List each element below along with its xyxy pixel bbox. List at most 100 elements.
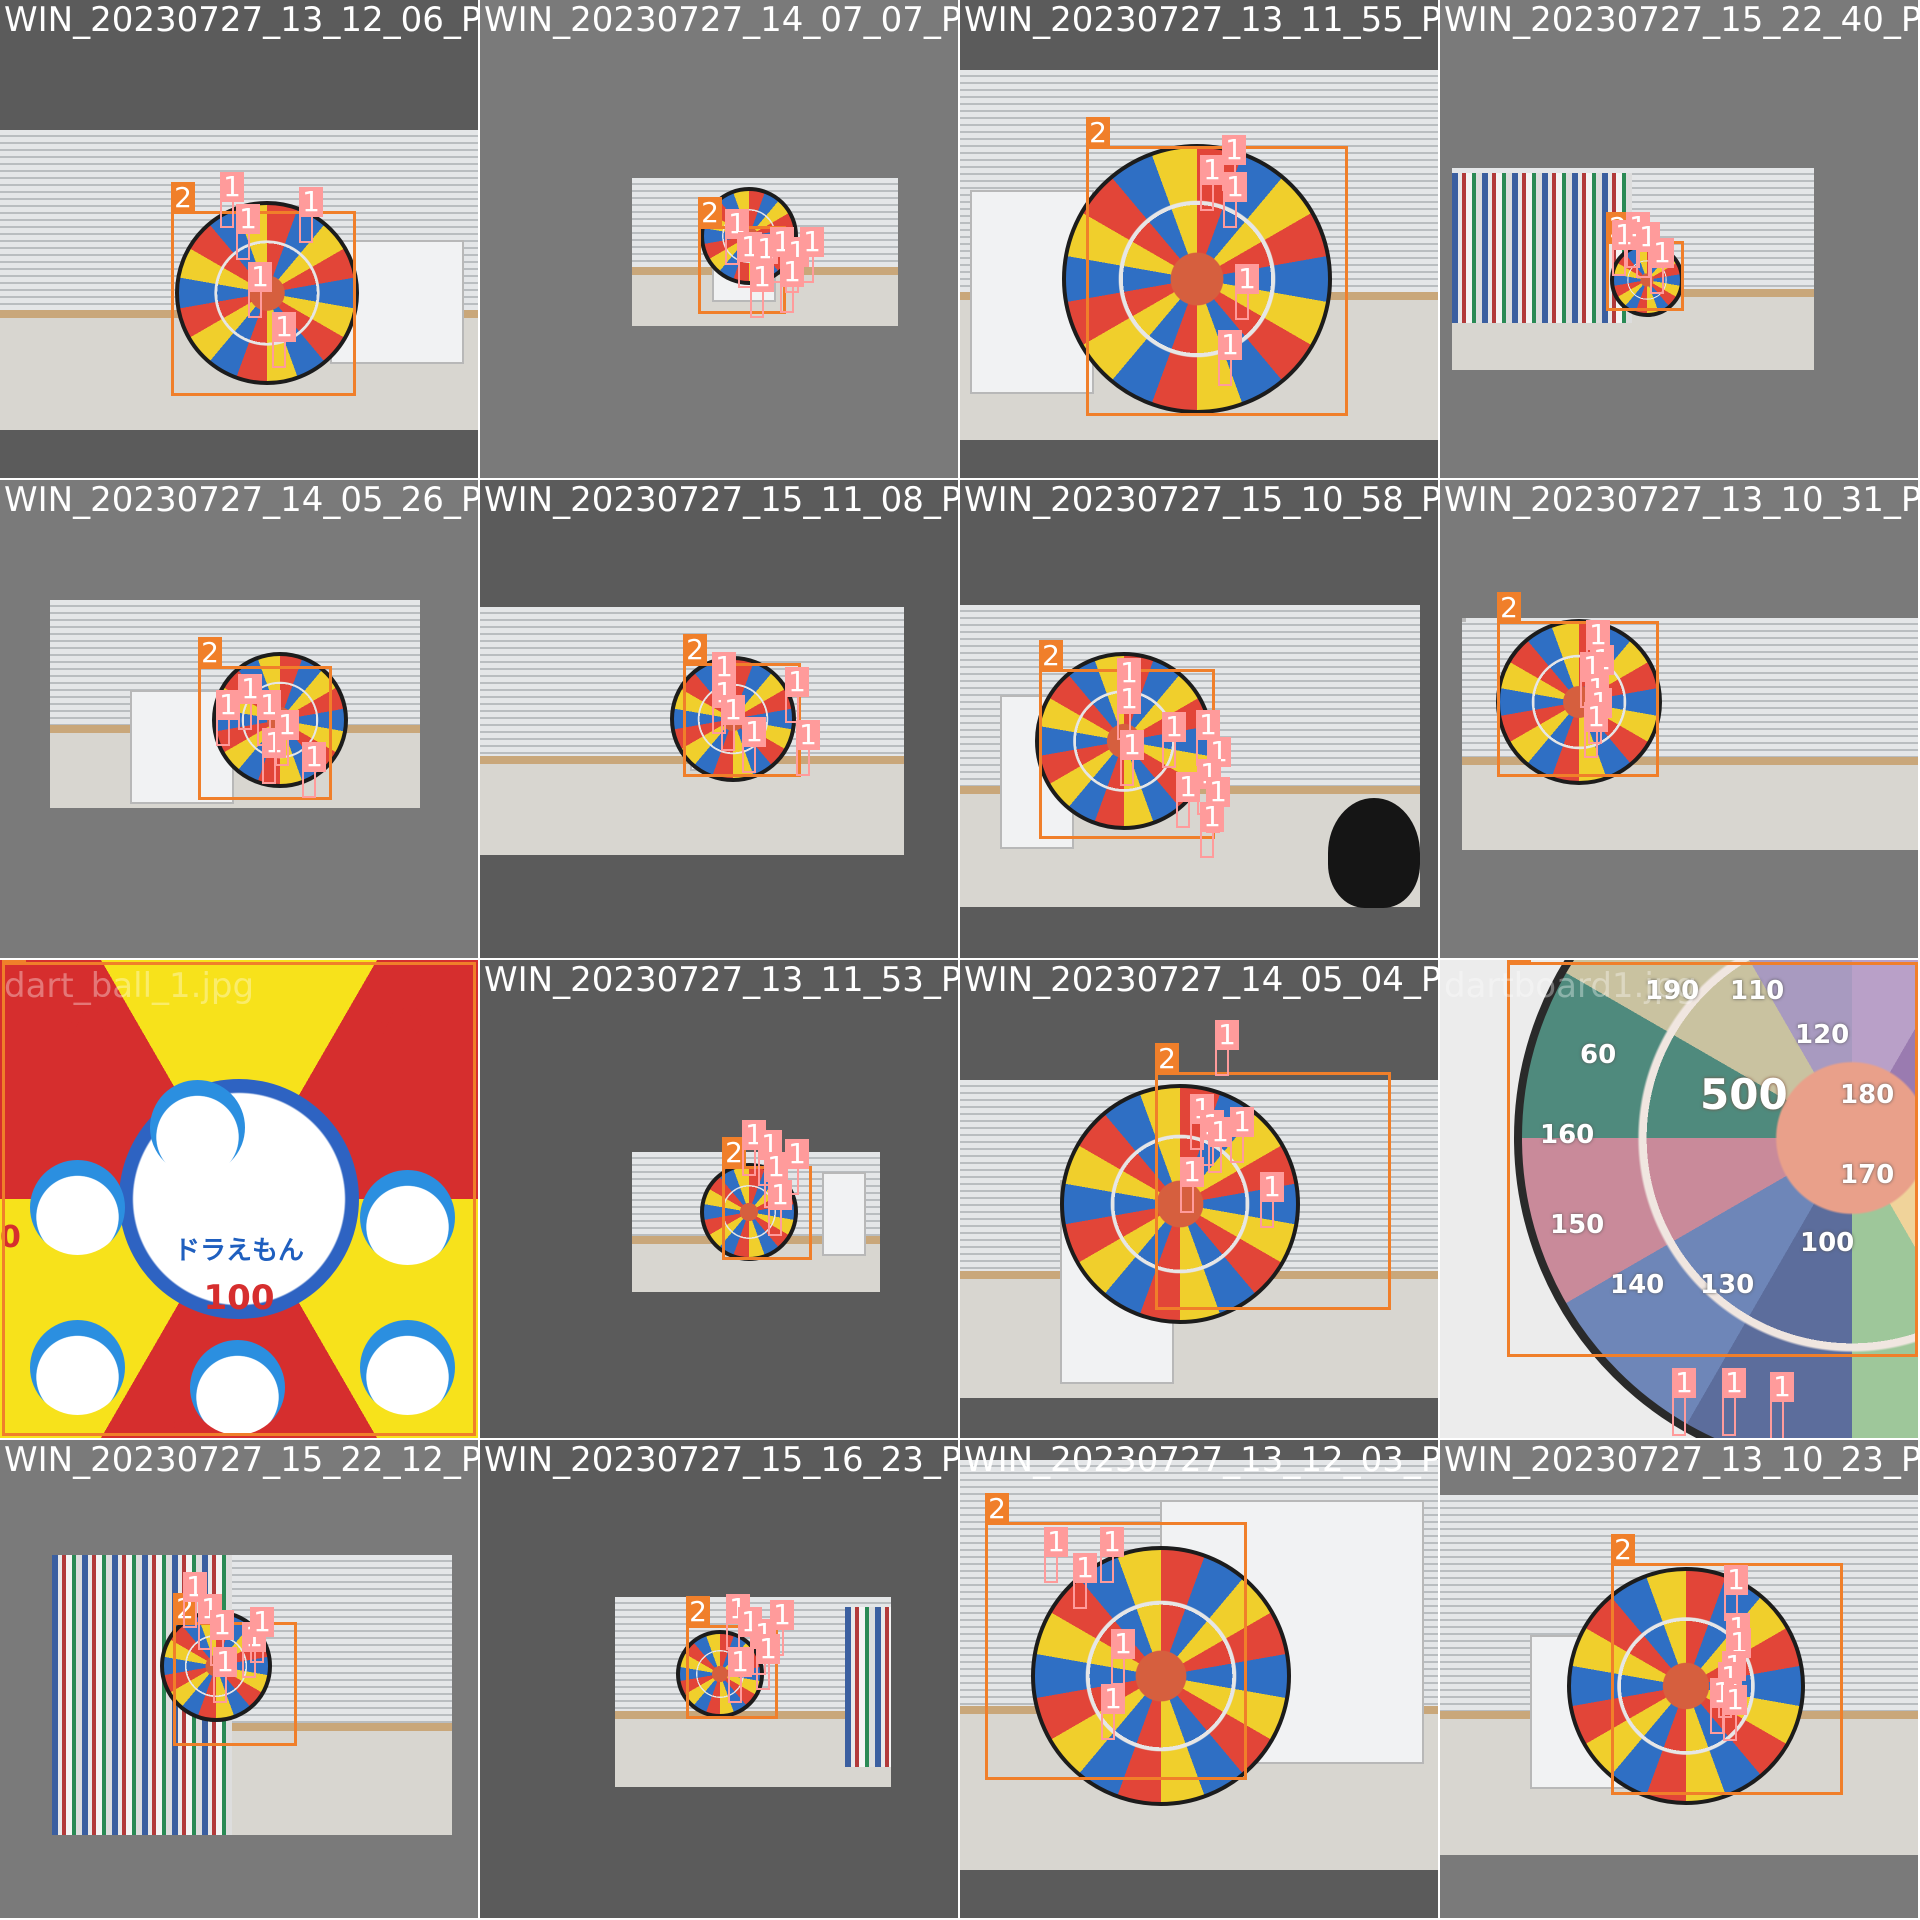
dart-detection-box-tag: 1 (1260, 1172, 1284, 1202)
mosaic-tile: 211111WIN_20230727_13_12_03_Pro.jpg (960, 1440, 1438, 1918)
dart-detection-box-tag: 1 (770, 1600, 794, 1630)
tile-filename-label: WIN_20230727_15_22_40_Pro.jpg (1444, 0, 1918, 40)
whiteboard (822, 1172, 866, 1256)
dart-detection-box-tag: 1 (1650, 238, 1674, 268)
dart-detection-box: 1 (1723, 1685, 1747, 1741)
dart-detection-box-tag: 1 (1176, 772, 1200, 802)
dart-detection-box: 1 (721, 695, 745, 751)
board-detection-box: 2 (173, 1593, 297, 1746)
dart-detection-box-tag: 1 (1722, 1368, 1746, 1398)
mosaic-tile: 21111WIN_20230727_15_22_40_Pro.jpg (1440, 0, 1918, 478)
board-detection-box-tag: 2 (698, 197, 722, 229)
detection-mosaic: 211111WIN_20230727_13_12_06_Pro.jpg21111… (0, 0, 1920, 1920)
dart-detection-box: 1 (1722, 1368, 1746, 1436)
dart-detection-box-tag: 1 (742, 717, 766, 747)
dart-detection-box: 1 (302, 742, 326, 798)
dart-detection-box: 1 (1584, 702, 1608, 758)
board-detection-box: 2 (1507, 960, 1918, 1357)
tile-filename-label: WIN_20230727_13_11_55_Pro.jpg (964, 0, 1438, 40)
tile-filename-label: WIN_20230727_13_12_03_Pro.jpg (964, 1440, 1438, 1480)
dart-detection-box: 1 (1770, 1372, 1794, 1438)
tile-filename-label: WIN_20230727_13_11_53_Pro.jpg (484, 960, 958, 1000)
dart-detection-box: 1 (1260, 1172, 1284, 1228)
dart-detection-box-tag: 1 (236, 204, 260, 234)
dart-detection-box-tag: 1 (213, 1647, 237, 1677)
dart-detection-box: 1 (742, 1120, 766, 1176)
person-head (1328, 798, 1420, 908)
board-detection-box-tag: 2 (1086, 117, 1110, 149)
board-detection-box-tag: 2 (1155, 1043, 1179, 1075)
dart-detection-box: 1 (1200, 155, 1224, 211)
mosaic-tile: 2111111WIN_20230727_13_10_31_Pro.jpg (1440, 480, 1918, 958)
dart-detection-box: 1 (742, 717, 766, 773)
dart-detection-box: 1 (1612, 220, 1636, 276)
mosaic-tile: 500190110120180170100130140150160602111d… (1440, 960, 1918, 1438)
dart-detection-box: 1 (262, 728, 286, 784)
dart-detection-box-tag: 1 (1101, 1684, 1125, 1714)
tile-filename-label: WIN_20230727_15_22_12_Pro.jpg (4, 1440, 478, 1480)
board-detection-box: 2 (171, 182, 356, 396)
dart-detection-box: 1 (1650, 238, 1674, 294)
mosaic-tile: 21111111WIN_20230727_14_05_04_Pro.jpg (960, 960, 1438, 1438)
dart-detection-box: 1 (728, 1647, 752, 1703)
dart-detection-box: 1 (768, 1180, 792, 1236)
mosaic-tile: 2111111WIN_20230727_15_22_12_Pro.jpg (0, 1440, 478, 1918)
dart-detection-box-tag: 1 (1724, 1565, 1748, 1595)
mosaic-tile: 211111WIN_20230727_13_11_53_Pro.jpg (480, 960, 958, 1438)
dart-detection-box: 1 (1111, 1629, 1135, 1685)
whiteboard (1462, 618, 1466, 622)
dart-detection-box: 1 (1218, 330, 1242, 386)
dart-detection-box: 1 (216, 690, 240, 746)
dart-detection-box: 1 (1200, 802, 1224, 858)
dart-detection-box-tag: 1 (1672, 1368, 1696, 1398)
dart-detection-box-tag: 1 (1100, 1527, 1124, 1557)
dart-detection-box-tag: 1 (785, 667, 809, 697)
tile-filename-label: WIN_20230727_15_10_58_Pro.jpg (964, 480, 1438, 520)
dart-detection-box-tag: 1 (220, 172, 244, 202)
dart-detection-box: 1 (725, 209, 749, 265)
tile-filename-label: WIN_20230727_13_10_23_Pro.jpg (1444, 1440, 1918, 1480)
dart-detection-box-tag: 1 (1235, 264, 1259, 294)
dart-detection-box-tag: 1 (728, 1647, 752, 1677)
dart-detection-box: 1 (236, 204, 260, 260)
board-detection-box-tag: 2 (683, 634, 707, 666)
board-detection-box-tag: 2 (985, 1493, 1009, 1525)
dart-detection-box-tag: 1 (210, 1610, 234, 1640)
dart-detection-box: 1 (272, 312, 296, 368)
dart-detection-box-tag: 1 (1073, 1553, 1097, 1583)
dart-detection-box: 1 (275, 710, 299, 766)
dart-detection-box: 1 (250, 1607, 274, 1663)
board-detection-box-tag: 2 (1611, 1534, 1635, 1566)
board-detection-box-tag: 2 (2, 960, 26, 965)
dart-detection-box: 1 (750, 262, 774, 318)
dart-detection-box: 1 (796, 720, 820, 776)
dart-detection-box: 1 (780, 257, 804, 313)
mosaic-tile: 2111111WIN_20230727_15_16_23_Pro.jpg (480, 1440, 958, 1918)
dart-detection-box: 1 (220, 172, 244, 228)
dart-detection-box: 1 (785, 667, 809, 723)
dart-detection-box-tag: 1 (750, 262, 774, 292)
tile-filename-label: dartboard1.jpg (1444, 966, 1697, 1006)
dart-detection-box: 1 (1180, 1157, 1204, 1213)
dart-detection-box: 1 (1073, 1553, 1097, 1609)
dart-detection-box-tag: 1 (1223, 172, 1247, 202)
tile-filename-label: WIN_20230727_14_07_07_Pro.jpg (484, 0, 958, 40)
dart-detection-box: 1 (1235, 264, 1259, 320)
dart-detection-box-tag: 1 (1162, 712, 1186, 742)
board-detection-box-tag: 2 (171, 182, 195, 214)
board-detection-box-tag: 2 (198, 637, 222, 669)
dart-detection-box: 1 (785, 1139, 809, 1195)
tile-filename-label: WIN_20230727_15_11_08_Pro.jpg (484, 480, 958, 520)
tile-filename-label: WIN_20230727_14_05_26_Pro.jpg (4, 480, 478, 520)
dart-detection-box-tag: 1 (1230, 1107, 1254, 1137)
dart-detection-box: 1 (1100, 1527, 1124, 1583)
dart-detection-box: 1 (1223, 172, 1247, 228)
tile-filename-label: WIN_20230727_13_10_31_Pro.jpg (1444, 480, 1918, 520)
board-detection-box-tag: 2 (1039, 640, 1063, 672)
dart-detection-box-tag: 1 (1723, 1685, 1747, 1715)
dart-detection-box-tag: 1 (1222, 135, 1246, 165)
dart-detection-box-tag: 1 (250, 1607, 274, 1637)
dart-detection-box-tag: 1 (1218, 330, 1242, 360)
dart-detection-box-tag: 1 (780, 257, 804, 287)
dart-detection-box-tag: 1 (1208, 1117, 1232, 1147)
